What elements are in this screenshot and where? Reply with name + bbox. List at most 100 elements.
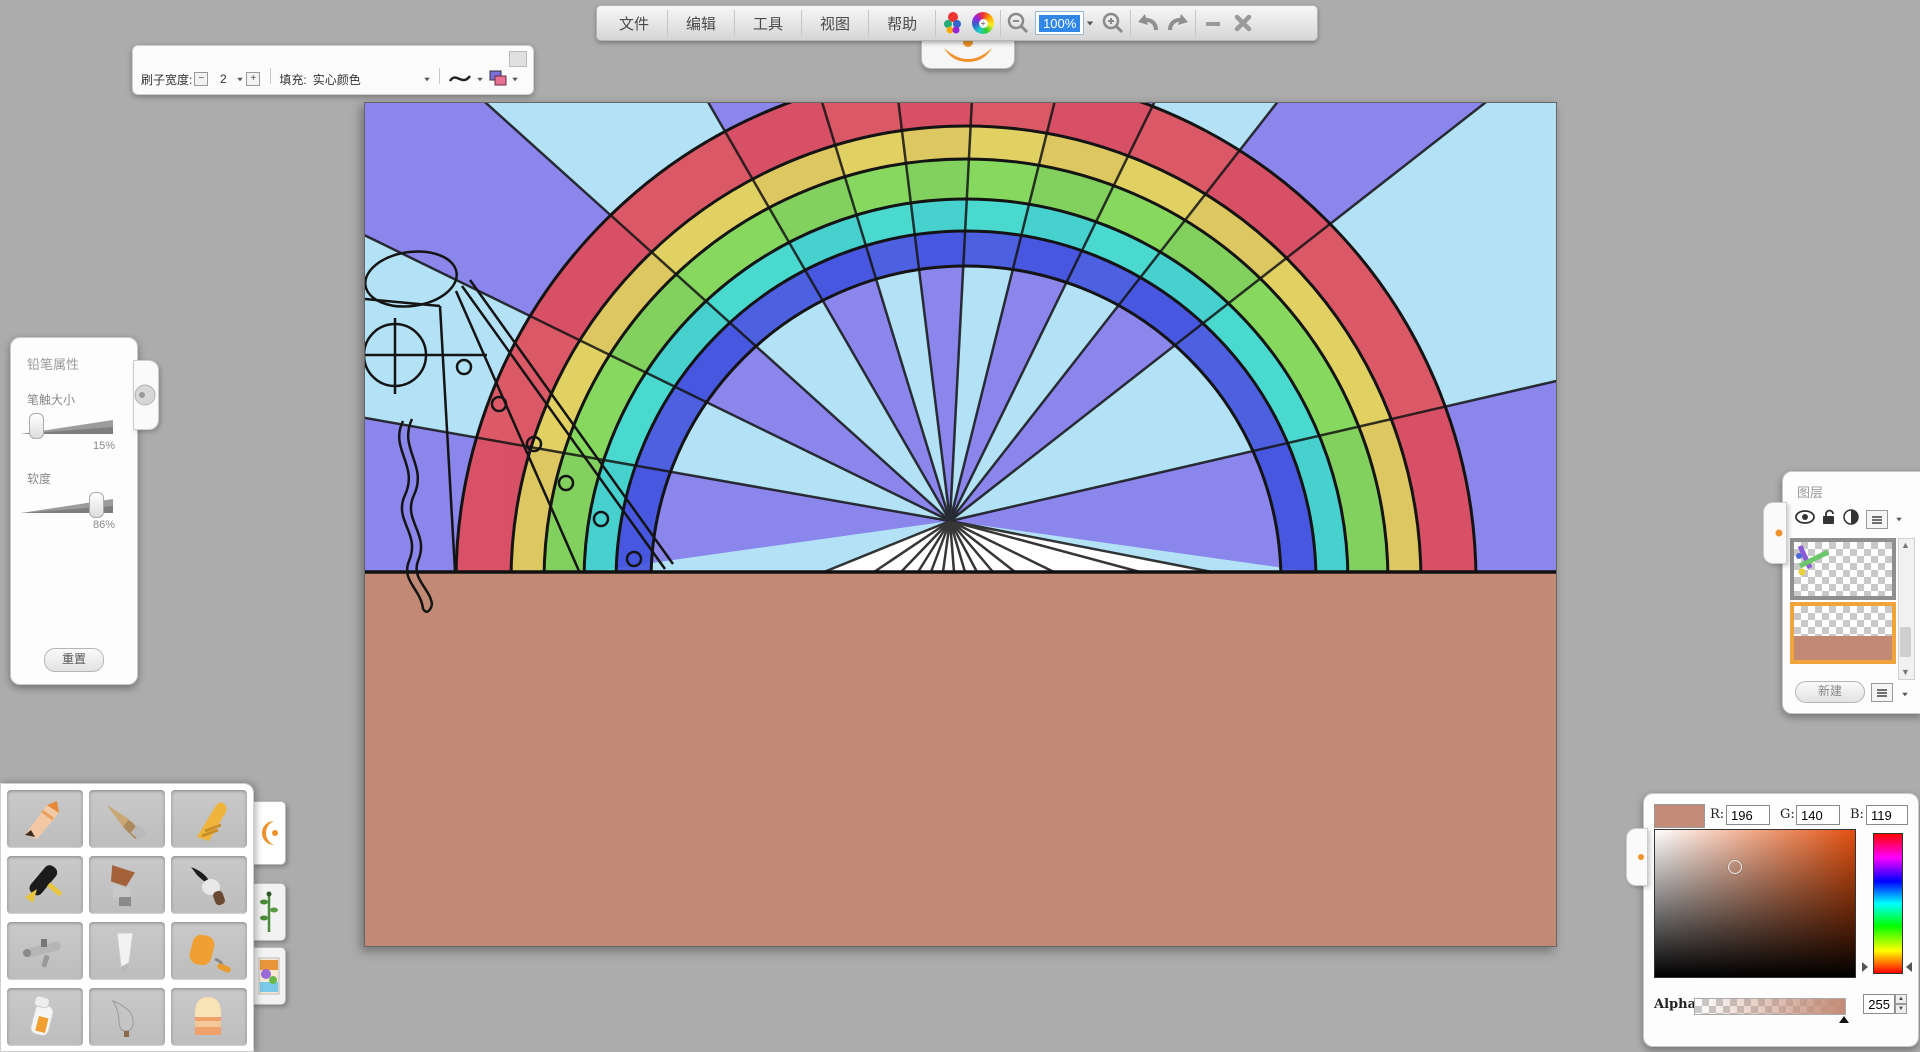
app-logo-icon: [258, 818, 280, 848]
app-logo-icon: [1764, 503, 1786, 563]
layers-panel-handle[interactable]: [1763, 502, 1787, 564]
zoom-level-select[interactable]: 100%: [1035, 11, 1084, 35]
toolbar-collapse-button[interactable]: [509, 51, 527, 67]
marker-tool[interactable]: [7, 988, 83, 1046]
brush-width-caret[interactable]: [238, 77, 244, 81]
brush-width-label: 刷子宽度:: [141, 71, 192, 88]
hue-marker-left-icon[interactable]: [1862, 962, 1868, 972]
sv-selector[interactable]: [1728, 860, 1742, 874]
hue-bar[interactable]: [1873, 833, 1903, 974]
brush-options-toolbar: 刷子宽度: − 2 + 填充: 实心颜色: [132, 45, 534, 95]
pencil-panel-handle[interactable]: [133, 360, 159, 430]
menu-edit[interactable]: 编辑: [670, 7, 732, 40]
brush-size-label: 笔触大小: [27, 391, 137, 408]
layer-blend-caret[interactable]: [1896, 518, 1902, 522]
menu-view[interactable]: 视图: [804, 7, 866, 40]
layer-blend-list-button[interactable]: [1866, 510, 1888, 529]
rainbow-figure-icon[interactable]: [938, 9, 968, 37]
ground: [365, 572, 1556, 946]
layer-sketch-preview: [1794, 542, 1892, 596]
paint-roller-tool[interactable]: [171, 922, 247, 980]
brush-size-slider[interactable]: [21, 412, 113, 438]
minimize-button[interactable]: [1198, 9, 1228, 37]
zoom-dropdown-caret[interactable]: [1087, 21, 1093, 25]
eraser-tool[interactable]: [171, 988, 247, 1046]
palette-knife-tool[interactable]: [89, 922, 165, 980]
scrollbar-thumb[interactable]: [1900, 627, 1911, 657]
reset-button[interactable]: 重置: [44, 648, 104, 672]
menu-tools[interactable]: 工具: [737, 7, 799, 40]
charcoal-tool[interactable]: [89, 790, 165, 848]
red-label: R:: [1710, 807, 1724, 822]
new-layer-button[interactable]: 新建: [1795, 681, 1865, 703]
green-input[interactable]: [1796, 805, 1840, 825]
drawing-canvas[interactable]: [364, 102, 1557, 947]
softness-slider[interactable]: [21, 491, 113, 517]
alpha-slider-marker[interactable]: [1839, 1016, 1849, 1023]
alpha-spinner[interactable]: ▲▼: [1895, 994, 1907, 1014]
undo-button[interactable]: [1133, 9, 1163, 37]
layers-menu-button[interactable]: [1871, 683, 1893, 702]
layers-scrollbar[interactable]: ▲ ▼: [1898, 538, 1915, 680]
redo-button[interactable]: [1163, 9, 1193, 37]
color-panel-handle[interactable]: [1626, 828, 1648, 886]
layer-background-preview: [1794, 636, 1892, 660]
alpha-label: Alpha: [1654, 997, 1696, 1012]
softness-slider-thumb[interactable]: [89, 492, 104, 518]
plant-stamp-tab[interactable]: [252, 883, 286, 941]
blue-label: B:: [1850, 807, 1864, 822]
ink-brush-tool[interactable]: [171, 856, 247, 914]
softness-label: 软度: [27, 470, 137, 487]
canvas-artwork: [365, 103, 1556, 946]
blue-input[interactable]: [1866, 805, 1908, 825]
green-label: G:: [1780, 807, 1795, 822]
layer-opacity-icon[interactable]: [1843, 509, 1859, 530]
brush-width-increase-button[interactable]: +: [246, 72, 260, 86]
scroll-up-icon[interactable]: ▲: [1899, 539, 1912, 552]
fill-mode-value[interactable]: 实心颜色: [313, 71, 423, 88]
flat-brush-tool[interactable]: [89, 856, 165, 914]
layers-panel: 图层 ▲ ▼ 新建: [1782, 471, 1920, 714]
menu-bar: 文件 编辑 工具 视图 帮助 + 100%: [596, 5, 1318, 41]
clown-smile-icon: [944, 48, 992, 62]
color-picker-panel: R: G: B: Alpha ▲▼: [1643, 793, 1919, 1047]
brush-size-value: 15%: [11, 440, 115, 452]
zoom-in-button[interactable]: [1098, 9, 1128, 37]
layer-item-sketch[interactable]: [1790, 538, 1896, 600]
pencil-properties-panel: 铅笔属性 笔触大小 15% 软度 86% 重置: [10, 337, 138, 685]
layer-item-background[interactable]: [1790, 602, 1896, 664]
brush-width-decrease-button[interactable]: −: [194, 72, 208, 86]
crayon-tool[interactable]: [171, 790, 247, 848]
palette-handle[interactable]: [252, 801, 286, 865]
color-style-caret[interactable]: [512, 77, 518, 81]
scroll-down-icon[interactable]: ▼: [1899, 666, 1912, 679]
red-input[interactable]: [1726, 805, 1770, 825]
palette-side-strip: [252, 783, 292, 1050]
pencil-panel-title: 铅笔属性: [27, 354, 137, 373]
stroke-style-caret[interactable]: [477, 77, 483, 81]
image-stamp-tab[interactable]: [252, 947, 286, 1005]
softness-value: 86%: [11, 519, 115, 531]
layer-visibility-icon[interactable]: [1795, 510, 1815, 529]
layer-lock-icon[interactable]: [1822, 509, 1836, 530]
current-color-swatch: [1654, 804, 1705, 828]
brush-size-slider-thumb[interactable]: [29, 413, 44, 439]
airbrush-tool[interactable]: [7, 922, 83, 980]
layers-menu-caret[interactable]: [1902, 693, 1908, 697]
fountain-pen-tool[interactable]: [7, 856, 83, 914]
hue-marker-right-icon[interactable]: [1906, 962, 1912, 972]
zoom-out-button[interactable]: [1003, 9, 1033, 37]
metal-pen-tool[interactable]: [89, 988, 165, 1046]
color-style-icon[interactable]: [488, 70, 508, 89]
fill-mode-caret[interactable]: [424, 77, 430, 81]
rainbow-ring-icon[interactable]: +: [968, 9, 998, 37]
saturation-value-box[interactable]: [1654, 829, 1856, 978]
alpha-slider[interactable]: [1694, 998, 1846, 1015]
alpha-input[interactable]: [1863, 994, 1895, 1014]
menu-help[interactable]: 帮助: [871, 7, 933, 40]
pencil-tool[interactable]: [7, 790, 83, 848]
menu-file[interactable]: 文件: [603, 7, 665, 40]
plant-icon: [259, 890, 279, 934]
stroke-style-icon[interactable]: [448, 70, 472, 89]
close-button[interactable]: [1228, 9, 1258, 37]
